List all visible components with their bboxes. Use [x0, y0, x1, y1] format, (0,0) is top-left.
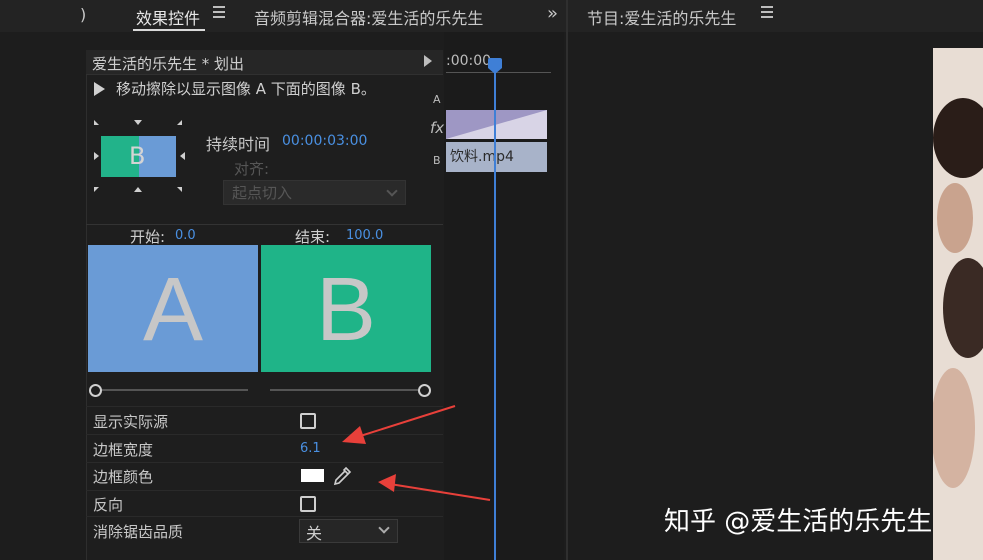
edge-selector-w-icon[interactable] — [94, 152, 99, 160]
transition-description: 移动擦除以显示图像 A 下面的图像 B。 — [116, 80, 376, 98]
play-arrow-icon[interactable] — [424, 55, 432, 67]
end-slider-handle[interactable] — [418, 384, 431, 397]
end-preview-image-b: B — [261, 245, 431, 372]
anti-alias-quality-label: 消除锯齿品质 — [93, 523, 184, 541]
panel-divider[interactable] — [566, 0, 568, 560]
image-a-letter: A — [142, 260, 204, 360]
transition-preview-thumbnail: B — [101, 136, 176, 177]
alignment-label: 对齐: — [234, 160, 270, 178]
end-value[interactable]: 100.0 — [346, 228, 383, 243]
image-b-letter: B — [315, 260, 377, 360]
fx-icon: fx — [430, 119, 445, 137]
divider — [86, 224, 443, 225]
play-transition-icon[interactable] — [94, 82, 105, 96]
border-color-swatch[interactable] — [301, 469, 324, 482]
edge-selector-sw-icon[interactable] — [94, 187, 99, 192]
playhead-tip — [488, 68, 502, 74]
track-a-label: A — [433, 93, 441, 106]
transition-clip[interactable] — [446, 110, 547, 139]
start-preview-image-a: A — [88, 245, 258, 372]
duration-value[interactable]: 00:00:03:00 — [282, 133, 367, 149]
panel-menu-icon[interactable] — [213, 6, 225, 18]
alignment-value: 起点切入 — [232, 184, 293, 202]
clip-name: 爱生活的乐先生 * 划出 — [92, 55, 245, 73]
clip-b-name: 饮料.mp4 — [450, 149, 514, 165]
end-slider-track[interactable] — [270, 389, 418, 391]
border-color-label: 边框颜色 — [93, 468, 154, 486]
edge-selector-e-icon[interactable] — [180, 152, 185, 160]
preview-letter: B — [129, 142, 146, 170]
playhead-handle[interactable] — [488, 58, 502, 68]
annotation-arrows — [342, 405, 491, 501]
overflow-tabs-icon[interactable]: » — [547, 3, 558, 24]
border-width-label: 边框宽度 — [93, 441, 154, 459]
edge-selector-ne-icon[interactable] — [177, 120, 182, 125]
reverse-checkbox[interactable] — [300, 496, 316, 512]
tab-audio-mixer[interactable]: 音频剪辑混合器:爱生活的乐先生 — [254, 5, 483, 29]
video-content-image — [933, 48, 983, 560]
active-tab-underline — [133, 29, 205, 31]
duration-label: 持续时间 — [206, 135, 271, 154]
start-value[interactable]: 0.0 — [175, 228, 196, 243]
edge-selector-nw-icon[interactable] — [94, 120, 99, 125]
panel-tab-bar: ) 效果控件 音频剪辑混合器:爱生活的乐先生 » 节目:爱生活的乐先生 — [0, 0, 983, 32]
start-label: 开始: — [130, 228, 166, 246]
end-label: 结束: — [295, 228, 331, 246]
edge-selector-s-icon[interactable] — [134, 187, 142, 192]
edge-selector-n-icon[interactable] — [134, 120, 142, 125]
watermark-text: 知乎 @爱生活的乐先生 — [664, 507, 933, 537]
show-actual-source-label: 显示实际源 — [93, 413, 169, 431]
track-b-label: B — [433, 154, 441, 167]
border-width-value[interactable]: 6.1 — [300, 441, 321, 456]
anti-alias-quality-value: 关 — [306, 524, 323, 543]
show-actual-source-checkbox[interactable] — [300, 413, 316, 429]
reverse-label: 反向 — [93, 496, 124, 514]
program-video-frame — [933, 48, 983, 560]
timeline-timecode: :00:00 — [446, 53, 492, 69]
tab-left-stub[interactable]: ) — [80, 5, 86, 24]
edge-selector-se-icon[interactable] — [177, 187, 182, 192]
tab-effect-controls[interactable]: 效果控件 — [136, 5, 200, 29]
divider — [86, 516, 443, 517]
program-menu-icon[interactable] — [761, 6, 773, 18]
start-slider-track[interactable] — [100, 389, 248, 391]
start-slider-handle[interactable] — [89, 384, 102, 397]
tab-program-monitor[interactable]: 节目:爱生活的乐先生 — [587, 5, 736, 29]
